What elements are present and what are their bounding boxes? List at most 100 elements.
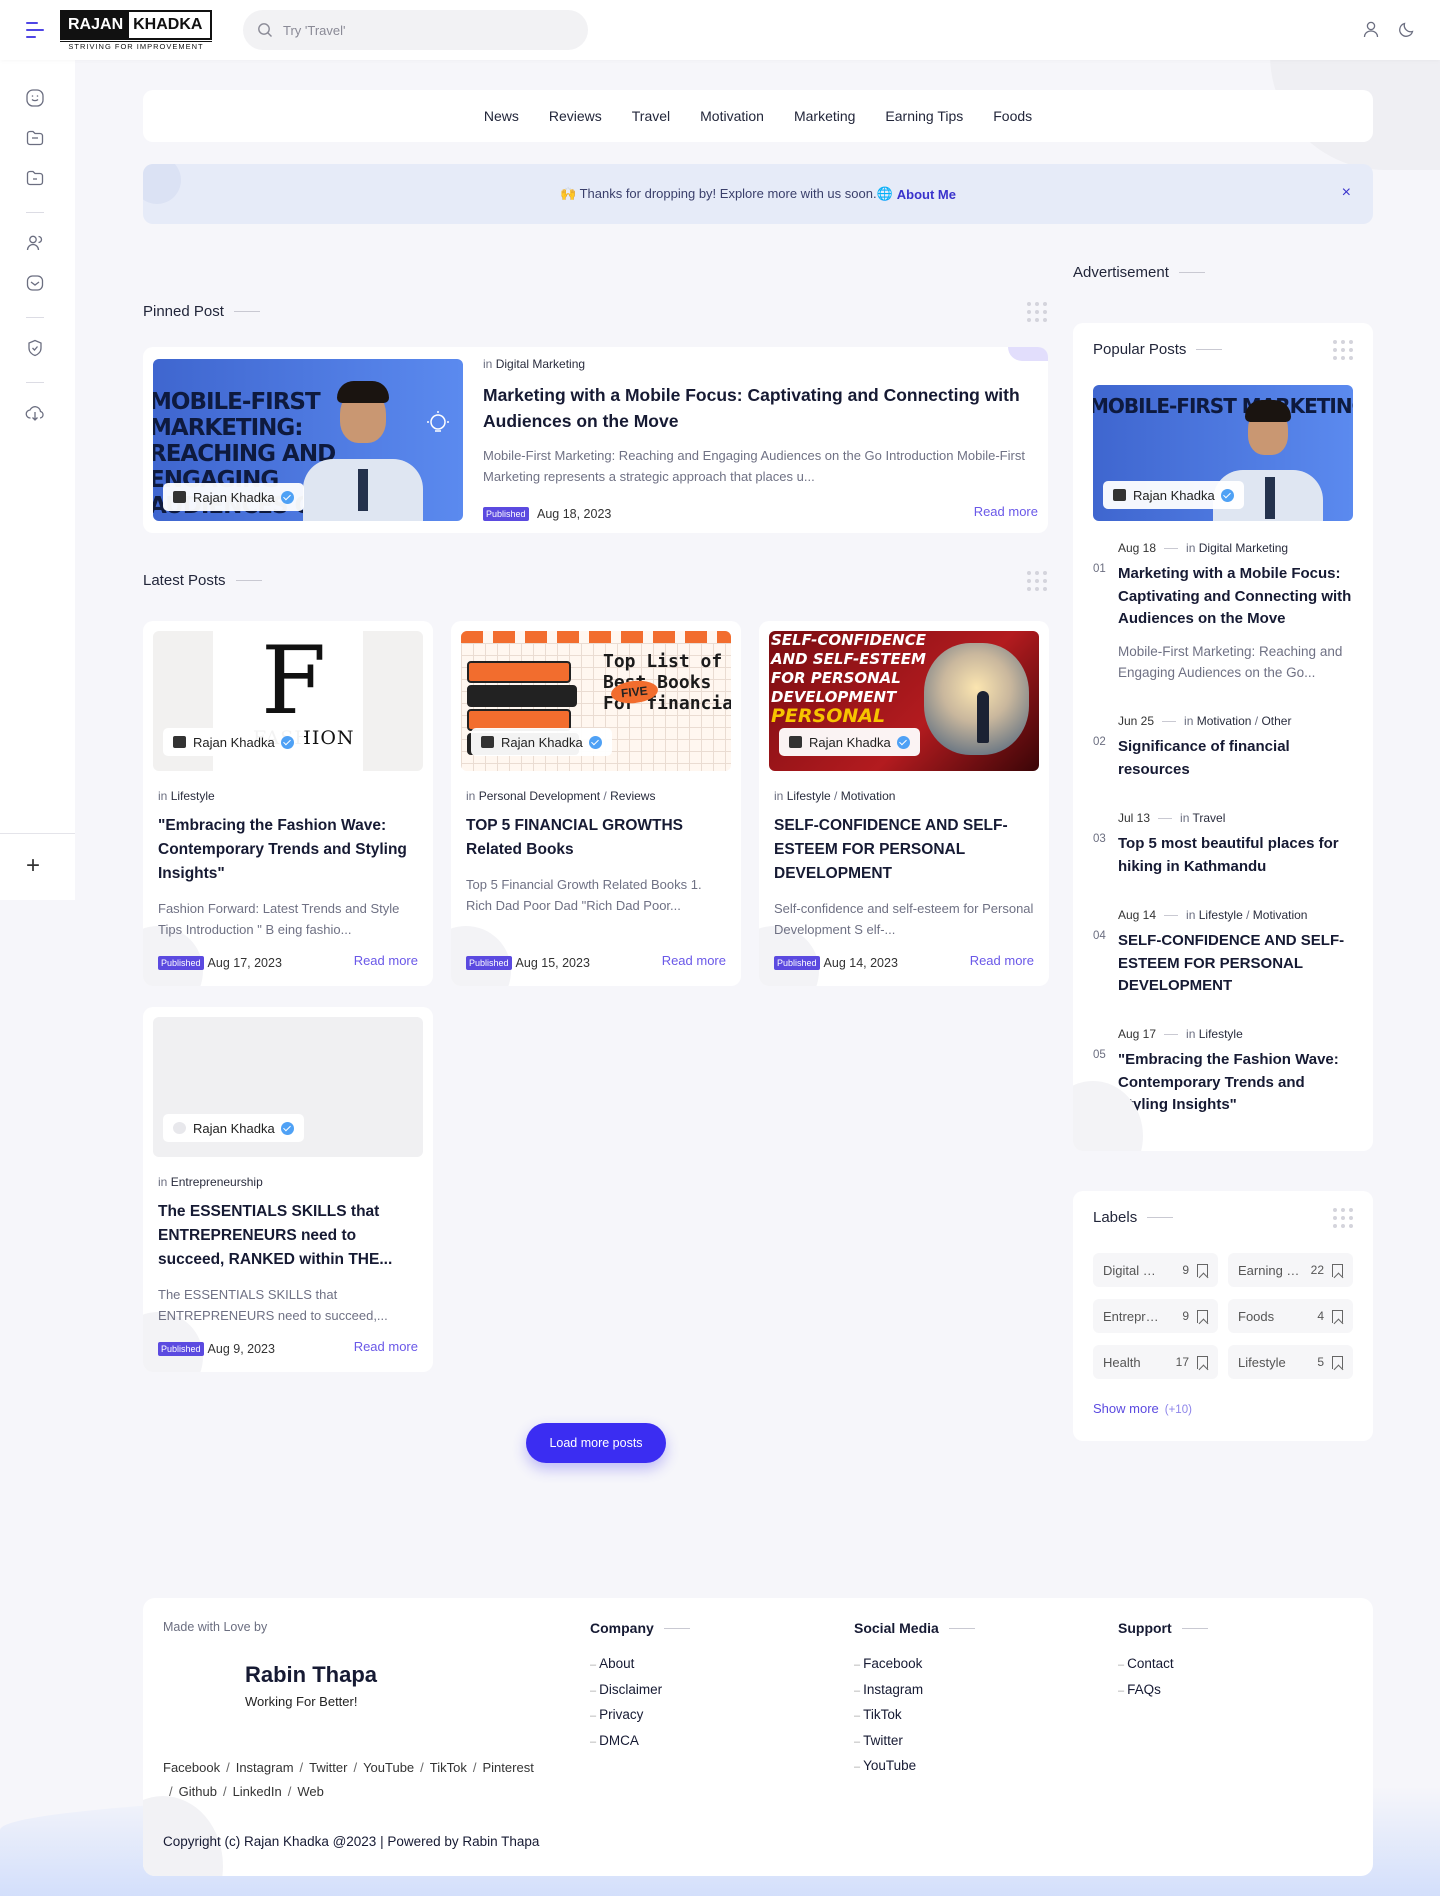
- category-link[interactable]: Digital Marketing: [1199, 541, 1288, 555]
- author-chip[interactable]: Rajan Khadka: [163, 483, 304, 511]
- post-title[interactable]: Marketing with a Mobile Focus: Captivati…: [483, 382, 1023, 434]
- footer-link-privacy[interactable]: Privacy: [590, 1703, 690, 1729]
- post-title[interactable]: "Embracing the Fashion Wave: Contemporar…: [1118, 1049, 1355, 1117]
- post-thumbnail[interactable]: Top List of Best Books For financial gro…: [461, 631, 731, 771]
- inbox-icon[interactable]: [25, 273, 45, 293]
- author-chip[interactable]: Rajan Khadka: [471, 728, 612, 756]
- post-title[interactable]: SELF-CONFIDENCE AND SELF-ESTEEM FOR PERS…: [1118, 930, 1355, 998]
- drag-handle-icon[interactable]: [1027, 571, 1047, 591]
- footer-link-faqs[interactable]: FAQs: [1118, 1678, 1208, 1704]
- post-thumbnail[interactable]: F FASHION Rajan Khadka: [153, 631, 423, 771]
- post-thumbnail[interactable]: MOBILE-FIRST MARKETING: REACHING AND ENG…: [153, 359, 463, 521]
- label-tag[interactable]: Foods 4: [1228, 1299, 1353, 1333]
- popular-post-thumbnail[interactable]: MOBILE-FIRST MARKETING: REACHING AND ENG…: [1093, 385, 1353, 521]
- footer-link-contact[interactable]: Contact: [1118, 1652, 1208, 1678]
- author-chip[interactable]: Rajan Khadka: [163, 1114, 304, 1142]
- category-link[interactable]: Motivation: [1197, 714, 1252, 728]
- social-link-pinterest[interactable]: Pinterest: [483, 1760, 534, 1775]
- social-link-youtube[interactable]: YouTube: [363, 1760, 414, 1775]
- close-icon[interactable]: ×: [1342, 184, 1351, 202]
- nav-item-marketing[interactable]: Marketing: [794, 108, 855, 124]
- post-title[interactable]: TOP 5 FINANCIAL GROWTHS Related Books: [466, 814, 731, 862]
- popular-post-item[interactable]: Jun 25 in Motivation / Other 02 Significa…: [1093, 714, 1355, 781]
- category-link[interactable]: Lifestyle: [171, 789, 215, 803]
- read-more-link[interactable]: Read more: [662, 953, 726, 968]
- pinned-post-card[interactable]: MOBILE-FIRST MARKETING: REACHING AND ENG…: [143, 347, 1048, 533]
- post-thumbnail[interactable]: SELF-CONFIDENCE AND SELF-ESTEEM FOR PERS…: [769, 631, 1039, 771]
- footer-link-instagram[interactable]: Instagram: [854, 1678, 975, 1704]
- label-tag[interactable]: Earning tips 22: [1228, 1253, 1353, 1287]
- popular-post-item[interactable]: Aug 18 in Digital Marketing 01 Marketing …: [1093, 541, 1355, 683]
- category-link[interactable]: Lifestyle: [1199, 908, 1243, 922]
- footer-link-dmca[interactable]: DMCA: [590, 1729, 690, 1755]
- author-chip[interactable]: Rajan Khadka: [1103, 481, 1244, 509]
- post-title[interactable]: Marketing with a Mobile Focus: Captivati…: [1118, 563, 1355, 631]
- post-card[interactable]: Rajan Khadka in Entrepreneurship The ESS…: [143, 1007, 433, 1372]
- post-card[interactable]: F FASHION Rajan Khadka in Lifestyle "Emb…: [143, 621, 433, 986]
- social-link-web[interactable]: Web: [297, 1784, 324, 1799]
- category-link[interactable]: Digital Marketing: [496, 357, 585, 371]
- author-chip[interactable]: Rajan Khadka: [779, 728, 920, 756]
- category-link[interactable]: Lifestyle: [787, 789, 831, 803]
- post-title[interactable]: "Embracing the Fashion Wave: Contemporar…: [158, 814, 423, 886]
- label-tag[interactable]: Health 17: [1093, 1345, 1218, 1379]
- post-thumbnail[interactable]: Rajan Khadka: [153, 1017, 423, 1157]
- search-input[interactable]: [283, 22, 563, 38]
- folder-icon[interactable]: [25, 128, 45, 148]
- drag-handle-icon[interactable]: [1333, 340, 1353, 360]
- social-link-tiktok[interactable]: TikTok: [430, 1760, 467, 1775]
- category-link[interactable]: Other: [1261, 714, 1291, 728]
- post-title[interactable]: The ESSENTIALS SKILLS that ENTREPRENEURS…: [158, 1200, 423, 1272]
- popular-post-item[interactable]: Aug 14 in Lifestyle / Motivation 04 SELF-…: [1093, 908, 1355, 998]
- social-link-twitter[interactable]: Twitter: [309, 1760, 347, 1775]
- dark-mode-moon-icon[interactable]: [1398, 20, 1416, 38]
- social-link-linkedin[interactable]: LinkedIn: [233, 1784, 282, 1799]
- cloud-download-icon[interactable]: [25, 403, 45, 423]
- drag-handle-icon[interactable]: [1333, 1208, 1353, 1228]
- drag-handle-icon[interactable]: [1027, 302, 1047, 322]
- read-more-link[interactable]: Read more: [970, 953, 1034, 968]
- users-icon[interactable]: [25, 233, 45, 253]
- footer-link-disclaimer[interactable]: Disclaimer: [590, 1678, 690, 1704]
- post-title[interactable]: Significance of financial resources: [1118, 736, 1355, 781]
- category-link[interactable]: Personal Development: [479, 789, 600, 803]
- post-title[interactable]: SELF-CONFIDENCE AND SELF-ESTEEM FOR PERS…: [774, 814, 1039, 886]
- footer-link-youtube[interactable]: YouTube: [854, 1754, 975, 1780]
- read-more-link[interactable]: Read more: [974, 504, 1038, 519]
- nav-item-reviews[interactable]: Reviews: [549, 108, 602, 124]
- footer-link-about[interactable]: About: [590, 1652, 690, 1678]
- footer-link-tiktok[interactable]: TikTok: [854, 1703, 975, 1729]
- category-link[interactable]: Lifestyle: [1199, 1027, 1243, 1041]
- category-link[interactable]: Reviews: [610, 789, 655, 803]
- shield-check-icon[interactable]: [25, 338, 45, 358]
- author-chip[interactable]: Rajan Khadka: [163, 728, 304, 756]
- post-title[interactable]: Top 5 most beautiful places for hiking i…: [1118, 833, 1355, 878]
- menu-icon[interactable]: [26, 22, 44, 38]
- nav-item-travel[interactable]: Travel: [632, 108, 670, 124]
- show-more-labels-button[interactable]: Show more (+10): [1093, 1401, 1192, 1416]
- popular-post-item[interactable]: Jul 13 in Travel 03 Top 5 most beautiful …: [1093, 811, 1355, 878]
- label-tag[interactable]: Entrepreneurship 9: [1093, 1299, 1218, 1333]
- footer-link-facebook[interactable]: Facebook: [854, 1652, 975, 1678]
- about-me-link[interactable]: About Me: [897, 187, 956, 202]
- post-card[interactable]: SELF-CONFIDENCE AND SELF-ESTEEM FOR PERS…: [759, 621, 1049, 986]
- post-card[interactable]: Top List of Best Books For financial gro…: [451, 621, 741, 986]
- social-link-instagram[interactable]: Instagram: [236, 1760, 294, 1775]
- read-more-link[interactable]: Read more: [354, 1339, 418, 1354]
- social-link-github[interactable]: Github: [179, 1784, 217, 1799]
- nav-item-foods[interactable]: Foods: [993, 108, 1032, 124]
- user-icon[interactable]: [1362, 20, 1380, 38]
- site-logo[interactable]: RAJAN KHADKA STRIVING FOR IMPROVEMENT: [60, 10, 212, 52]
- label-tag[interactable]: Lifestyle 5: [1228, 1345, 1353, 1379]
- add-plus-icon[interactable]: +: [26, 852, 40, 880]
- category-link[interactable]: Entrepreneurship: [171, 1175, 263, 1189]
- nav-item-motivation[interactable]: Motivation: [700, 108, 764, 124]
- read-more-link[interactable]: Read more: [354, 953, 418, 968]
- category-link[interactable]: Travel: [1193, 811, 1226, 825]
- load-more-button[interactable]: Load more posts: [526, 1423, 666, 1463]
- category-link[interactable]: Motivation: [1253, 908, 1308, 922]
- nav-item-earning-tips[interactable]: Earning Tips: [885, 108, 963, 124]
- nav-item-news[interactable]: News: [484, 108, 519, 124]
- social-link-facebook[interactable]: Facebook: [163, 1760, 220, 1775]
- category-link[interactable]: Motivation: [841, 789, 896, 803]
